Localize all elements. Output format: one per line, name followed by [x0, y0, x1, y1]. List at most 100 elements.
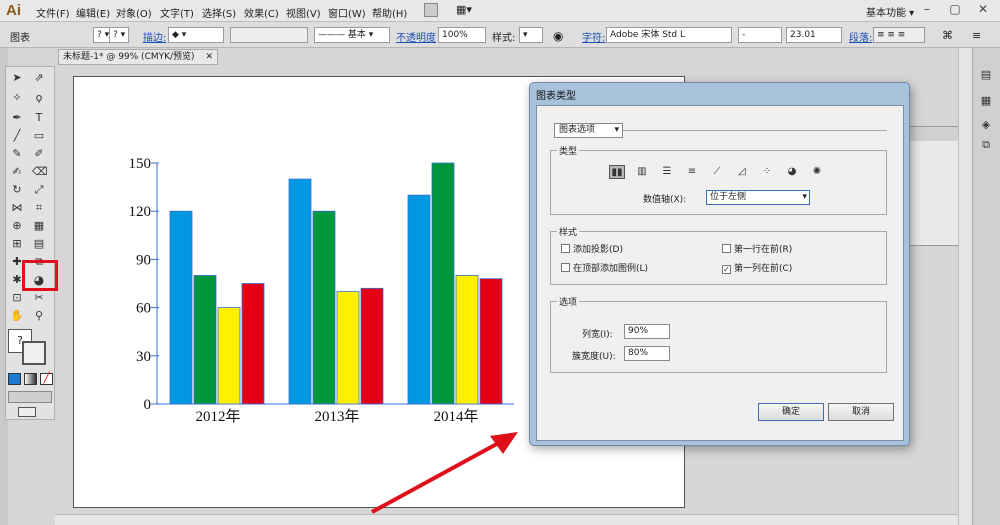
slice-tool-icon[interactable]: ✂: [32, 291, 46, 305]
x-tick-label: 2012年: [195, 408, 240, 425]
graph-options-value: 图表选项: [559, 125, 596, 135]
bridge-icon[interactable]: [424, 3, 438, 17]
menu-file[interactable]: 文件(F): [36, 5, 70, 20]
stacked-column-graph-icon[interactable]: ▥: [634, 165, 650, 179]
first-column-front-checkbox[interactable]: ✓ 第一列在前(C): [722, 261, 792, 274]
width-tool-icon[interactable]: ⋈: [10, 201, 24, 215]
style-swatch[interactable]: ▾: [519, 27, 543, 43]
lasso-tool-icon[interactable]: ϙ: [32, 91, 46, 105]
menu-select[interactable]: 选择(S): [202, 5, 236, 20]
type-tool-icon[interactable]: T: [32, 111, 46, 125]
options-group-title: 选项: [557, 295, 580, 308]
document-tab[interactable]: 未标题-1* @ 99% (CMYK/预览) ✕: [58, 49, 218, 65]
cancel-button[interactable]: 取消: [828, 403, 894, 421]
zoom-tool-icon[interactable]: ⚲: [32, 309, 46, 323]
variable-width-select[interactable]: [230, 27, 308, 43]
add-legend-top-checkbox[interactable]: 在顶部添加图例(L): [561, 261, 648, 274]
draw-mode-icons[interactable]: [8, 391, 52, 403]
none-mode-icon[interactable]: ╱: [40, 373, 53, 385]
rotate-tool-icon[interactable]: ↻: [10, 183, 24, 197]
scale-tool-icon[interactable]: ⤢: [32, 183, 46, 197]
column-graph-icon[interactable]: ▮▮: [609, 165, 625, 179]
selection-tool-icon[interactable]: ➤: [10, 71, 24, 85]
perspective-grid-tool-icon[interactable]: ▦: [32, 219, 46, 233]
control-bar: 图表 ? ▾ ? ▾ 描边: ◆ ▾ ——— 基本 ▾ 不透明度 100% 样式…: [0, 22, 1000, 48]
mesh-tool-icon[interactable]: ⊞: [10, 237, 24, 251]
paragraph-label[interactable]: 段落:: [849, 29, 872, 44]
menu-type[interactable]: 文字(T): [160, 5, 194, 20]
vertical-scrollbar[interactable]: [958, 48, 972, 525]
minimize-icon[interactable]: –: [912, 0, 942, 18]
column-width-label: 列宽(I):: [582, 330, 613, 340]
font-size-input[interactable]: 23.01: [786, 27, 842, 43]
tab-close-icon[interactable]: ✕: [205, 50, 213, 64]
cluster-width-input[interactable]: 80%: [624, 346, 670, 361]
pen-tool-icon[interactable]: ✒: [10, 111, 24, 125]
scatter-graph-icon[interactable]: ⁘: [759, 165, 775, 179]
shape-builder-tool-icon[interactable]: ⊕: [10, 219, 24, 233]
ok-button[interactable]: 确定: [758, 403, 824, 421]
eraser-tool-icon[interactable]: ⌫: [32, 165, 48, 179]
line-tool-icon[interactable]: ╱: [10, 129, 24, 143]
radar-graph-icon[interactable]: ✺: [809, 165, 825, 179]
color-mode-icon[interactable]: [8, 373, 21, 385]
transform-icon[interactable]: ⌘: [942, 29, 953, 42]
gradient-mode-icon[interactable]: [24, 373, 37, 385]
area-graph-icon[interactable]: ◿: [734, 165, 750, 179]
opacity-label[interactable]: 不透明度: [396, 29, 436, 44]
menu-object[interactable]: 对象(O): [116, 5, 152, 20]
pie-graph-icon[interactable]: ◕: [784, 165, 800, 179]
menu-help[interactable]: 帮助(H): [372, 5, 407, 20]
menu-window[interactable]: 窗口(W): [328, 5, 366, 20]
align-buttons[interactable]: ≡ ≡ ≡: [873, 27, 925, 43]
column-width-input[interactable]: 90%: [624, 324, 670, 339]
font-family-select[interactable]: Adobe 宋体 Std L: [606, 27, 732, 43]
brush-select[interactable]: ——— 基本 ▾: [314, 27, 390, 43]
artboards-panel-icon[interactable]: ⧉: [979, 138, 993, 152]
stroke-swatch[interactable]: ? ▾: [109, 27, 129, 43]
char-label[interactable]: 字符:: [582, 29, 605, 44]
checkbox-box: [561, 244, 570, 253]
menu-view[interactable]: 视图(V): [286, 5, 321, 20]
add-drop-shadow-checkbox[interactable]: 添加投影(D): [561, 242, 623, 255]
gradient-tool-icon[interactable]: ▤: [32, 237, 46, 251]
pencil-tool-icon[interactable]: ✐: [32, 147, 46, 161]
annotation-arrow: [371, 432, 518, 514]
y-tick-label: 30: [136, 349, 151, 365]
paintbrush-tool-icon[interactable]: ✎: [10, 147, 24, 161]
free-transform-tool-icon[interactable]: ⌗: [32, 201, 46, 215]
stroke-color-box[interactable]: [22, 341, 46, 365]
graph-options-dropdown[interactable]: 图表选项 ▾: [554, 123, 623, 138]
first-row-front-checkbox[interactable]: 第一行在前(R): [722, 242, 792, 255]
hand-tool-icon[interactable]: ✋: [10, 309, 24, 323]
checkbox-box: [561, 263, 570, 272]
magic-wand-tool-icon[interactable]: ✧: [10, 91, 24, 105]
rectangle-tool-icon[interactable]: ▭: [32, 129, 46, 143]
swatches-panel-icon[interactable]: ▦: [979, 94, 993, 108]
stacked-bar-graph-icon[interactable]: ≡: [684, 165, 700, 179]
line-graph-icon[interactable]: ⟋: [709, 165, 725, 179]
menu-bar: Ai 文件(F) 编辑(E) 对象(O) 文字(T) 选择(S) 效果(C) 视…: [0, 0, 1000, 22]
panel-menu-icon[interactable]: ≡: [972, 29, 981, 42]
artboard-tool-icon[interactable]: ⊡: [10, 291, 24, 305]
stroke-label[interactable]: 描边:: [143, 29, 166, 44]
layers-panel-icon[interactable]: ◈: [979, 118, 993, 132]
arrange-icon[interactable]: ▦▾: [456, 3, 472, 16]
close-icon[interactable]: ✕: [968, 0, 998, 18]
screen-mode-icon[interactable]: [18, 407, 36, 417]
recolor-icon[interactable]: ◉: [553, 29, 563, 43]
document-tab-label: 未标题-1* @ 99% (CMYK/预览): [63, 52, 195, 62]
color-panel-icon[interactable]: ▤: [979, 68, 993, 82]
opacity-input[interactable]: 100%: [438, 27, 486, 43]
menu-edit[interactable]: 编辑(E): [76, 5, 110, 20]
stroke-weight-input[interactable]: ◆ ▾: [168, 27, 224, 43]
workspace-switcher[interactable]: 基本功能 ▾: [866, 4, 914, 19]
bar-graph-icon[interactable]: ☰: [659, 165, 675, 179]
menu-effect[interactable]: 效果(C): [244, 5, 279, 20]
blob-brush-tool-icon[interactable]: ✍: [10, 165, 24, 179]
maximize-icon[interactable]: ▢: [940, 0, 970, 18]
column-graph[interactable]: 15012090603002012年 2013年 2014年: [73, 76, 533, 436]
font-style-select[interactable]: -: [738, 27, 782, 43]
direct-selection-tool-icon[interactable]: ⇗: [32, 71, 46, 85]
value-axis-select[interactable]: 位于左侧 ▾: [706, 190, 810, 205]
